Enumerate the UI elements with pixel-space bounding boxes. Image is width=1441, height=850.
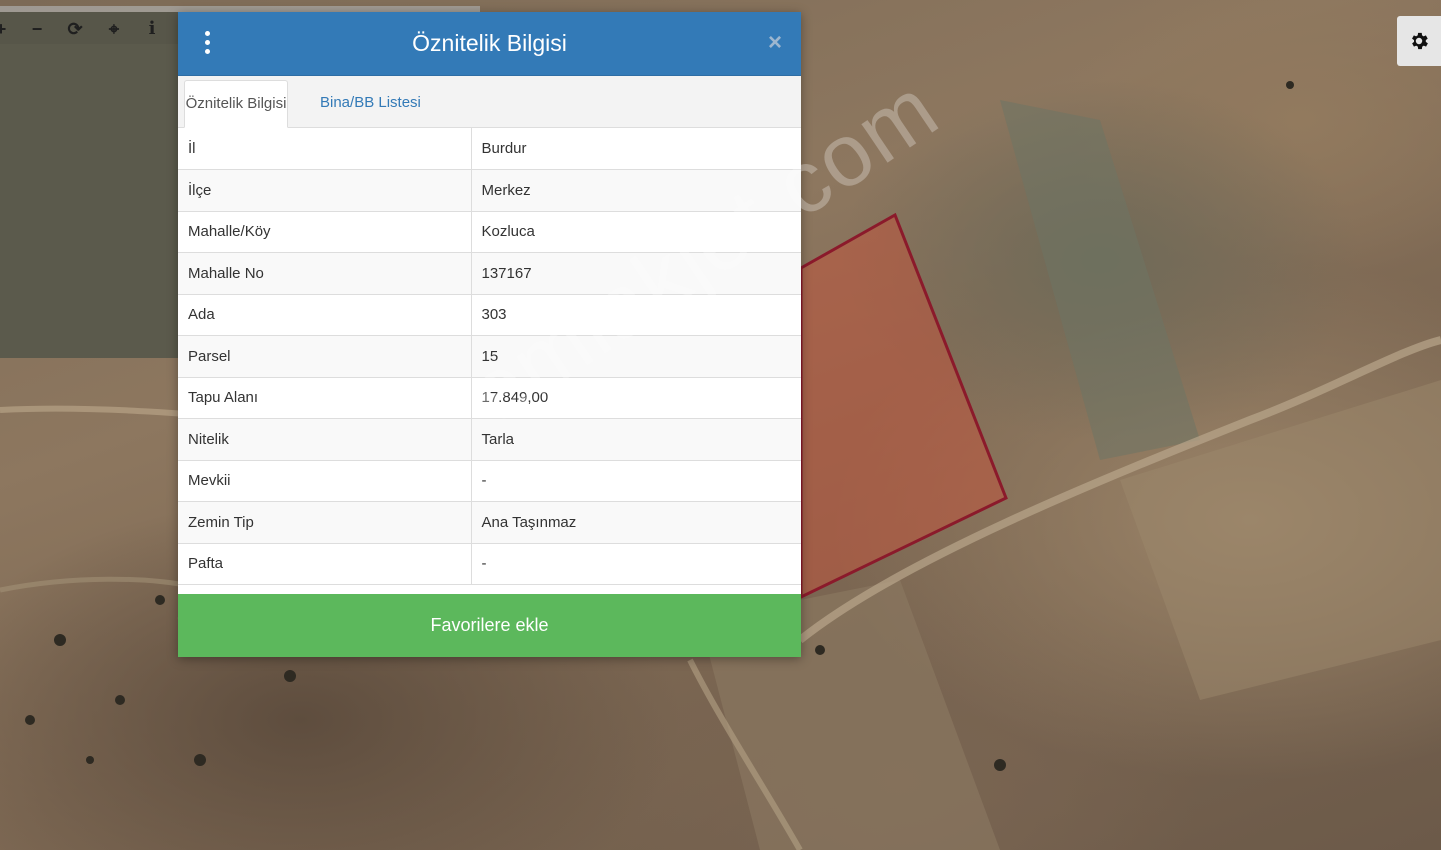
row-value: Merkez [471, 169, 801, 212]
row-value: 15 [471, 335, 801, 378]
row-key: Mahalle No [178, 252, 472, 295]
row-key: Mevkii [178, 460, 472, 502]
tab-oznitelik-bilgisi[interactable]: Öznitelik Bilgisi [184, 80, 288, 128]
row-value: 303 [471, 294, 801, 336]
row-key: İlçe [178, 169, 472, 212]
row-key: Tapu Alanı [178, 377, 472, 419]
table-row: Mahalle/Köy Kozluca [178, 211, 801, 253]
row-value: Tarla [471, 418, 801, 461]
locate-icon[interactable]: ⌖ [103, 18, 125, 40]
table-row: Nitelik Tarla [178, 418, 801, 461]
table-row: Mahalle No 137167 [178, 252, 801, 295]
row-key: İl [178, 128, 472, 170]
row-value: 137167 [471, 252, 801, 295]
row-key: Parsel [178, 335, 472, 378]
table-row: Zemin Tip Ana Taşınmaz [178, 501, 801, 544]
gear-icon [1412, 32, 1428, 50]
row-value: - [471, 543, 801, 585]
table-row: Ada 303 [178, 294, 801, 336]
zoom-out-icon[interactable]: − [26, 18, 48, 40]
table-row: Pafta - [178, 543, 801, 585]
settings-button[interactable] [1397, 16, 1441, 66]
table-row: Mevkii - [178, 460, 801, 502]
zoom-in-icon[interactable]: + [0, 18, 12, 40]
row-value: Burdur [471, 128, 801, 170]
table-row: Parsel 15 [178, 335, 801, 378]
dialog-title: Öznitelik Bilgisi [412, 30, 567, 56]
row-value: Ana Taşınmaz [471, 501, 801, 544]
row-key: Pafta [178, 543, 472, 585]
vertical-dots-icon[interactable] [200, 29, 214, 57]
row-value: 17.849,00 [471, 377, 801, 419]
table-row: İlçe Merkez [178, 169, 801, 212]
row-key: Mahalle/Köy [178, 211, 472, 253]
close-icon[interactable]: × [765, 29, 785, 57]
tab-bar: Öznitelik Bilgisi Bina/BB Listesi [178, 76, 801, 128]
refresh-icon[interactable]: ⟳ [64, 18, 86, 40]
attribute-dialog: Öznitelik Bilgisi × Öznitelik Bilgisi Bi… [178, 12, 801, 657]
dialog-header: Öznitelik Bilgisi × [178, 12, 801, 76]
row-value: Kozluca [471, 211, 801, 253]
tab-bina-bb-listesi[interactable]: Bina/BB Listesi [310, 80, 431, 126]
table-row: Tapu Alanı 17.849,00 [178, 377, 801, 419]
attribute-table: İl Burdur İlçe Merkez Mahalle/Köy Kozluc… [178, 128, 801, 585]
add-to-favorites-button[interactable]: Favorilere ekle [178, 594, 801, 657]
row-value: - [471, 460, 801, 502]
row-key: Nitelik [178, 418, 472, 461]
row-key: Zemin Tip [178, 501, 472, 544]
table-row: İl Burdur [178, 128, 801, 170]
row-key: Ada [178, 294, 472, 336]
info-icon[interactable]: i [141, 18, 163, 40]
